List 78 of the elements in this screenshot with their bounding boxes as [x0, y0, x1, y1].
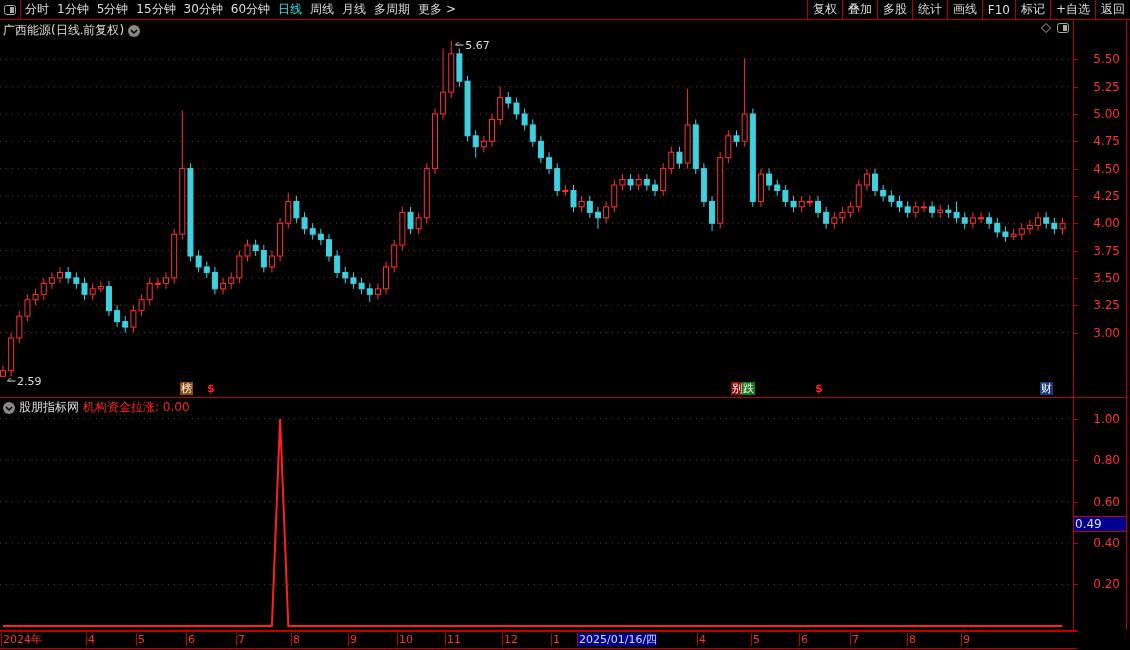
indicator-name: 机构资金拉涨: 0.00 — [83, 399, 190, 416]
date-label: 6 — [186, 633, 195, 646]
arrow-icon — [7, 377, 16, 385]
high-price-label: 5.67 — [465, 38, 490, 52]
date-label: 9 — [348, 633, 357, 646]
date-label: 4 — [697, 633, 706, 646]
date-label: 2024年 — [1, 633, 42, 646]
indicator-source: 股朋指标网 — [19, 399, 79, 416]
period-tab[interactable]: 多周期 — [370, 0, 415, 19]
period-tab[interactable]: 30分钟 — [179, 0, 227, 19]
candlestick — [163, 271, 169, 290]
period-tab[interactable]: 60分钟 — [226, 0, 275, 19]
date-label: 5 — [136, 633, 145, 646]
axis-label: 4.75 — [1093, 134, 1120, 149]
current-value-label: 0.49 — [1074, 516, 1126, 533]
axis-label: 3.25 — [1093, 298, 1120, 313]
panel-icon[interactable] — [1057, 23, 1069, 33]
toolbar-button[interactable]: +自选 — [1049, 0, 1095, 19]
chart-title: 广西能源(日线.前复权) — [3, 22, 125, 39]
candlestick — [489, 113, 495, 148]
axis-label: 0.20 — [1093, 577, 1120, 592]
period-tab[interactable]: 月线 — [338, 0, 371, 19]
axis-label: 3.50 — [1093, 270, 1120, 285]
arrow-icon — [455, 41, 465, 49]
date-label: 2025/01/16/四 — [577, 633, 658, 646]
axis-label: 5.25 — [1093, 79, 1120, 94]
period-tab[interactable]: 日线 — [274, 0, 307, 19]
period-tab[interactable]: 更多 > — [414, 0, 460, 19]
date-label: 10 — [397, 633, 413, 646]
date-label: 8 — [907, 633, 916, 646]
candlestick — [652, 179, 658, 197]
axis-label: 3.75 — [1093, 243, 1120, 258]
period-tab[interactable]: 5分钟 — [92, 0, 133, 19]
axis-label: 1.00 — [1093, 411, 1120, 426]
axis-label: 5.50 — [1093, 52, 1120, 67]
date-label: 4 — [86, 633, 95, 646]
period-tab[interactable]: 分时 — [21, 0, 53, 19]
dropdown-icon[interactable] — [128, 24, 141, 37]
date-label: 11 — [445, 633, 461, 646]
event-marker[interactable]: $ — [206, 382, 216, 395]
candlestick — [326, 233, 332, 262]
toolbar-button[interactable]: 标记 — [1014, 0, 1050, 19]
dropdown-icon[interactable] — [3, 401, 15, 414]
toolbar-button[interactable]: 画线 — [946, 0, 982, 19]
event-marker[interactable]: 财 — [1040, 382, 1053, 395]
low-price-label: 2.59 — [17, 374, 42, 388]
event-marker[interactable]: 榜 — [180, 382, 193, 395]
period-tab[interactable]: 1分钟 — [53, 0, 93, 19]
period-tab[interactable]: 15分钟 — [132, 0, 180, 19]
date-label: 1 — [551, 633, 560, 646]
axis-label: 3.00 — [1093, 325, 1120, 340]
axis-label: 4.25 — [1093, 188, 1120, 203]
panel-icon[interactable] — [4, 4, 16, 15]
date-label: 6 — [799, 633, 808, 646]
diamond-icon[interactable] — [1041, 23, 1051, 33]
toolbar-button[interactable]: F10 — [981, 0, 1015, 19]
toolbar-button[interactable]: 叠加 — [841, 0, 877, 19]
event-marker[interactable]: $ — [814, 382, 824, 395]
toolbar-button[interactable]: 复权 — [806, 0, 842, 19]
axis-label: 0.40 — [1093, 536, 1120, 550]
toolbar-button[interactable]: 多股 — [876, 0, 912, 19]
date-label: 9 — [961, 633, 970, 646]
period-tab[interactable]: 周线 — [306, 0, 339, 19]
candlestick — [978, 211, 984, 224]
toolbar-button[interactable]: 返回 — [1095, 0, 1130, 19]
axis-label: 0.80 — [1093, 453, 1120, 468]
date-label: 8 — [291, 633, 300, 646]
axis-label: 4.00 — [1093, 216, 1120, 231]
toolbar-button[interactable]: 统计 — [911, 0, 947, 19]
axis-label: 0.60 — [1093, 494, 1120, 509]
event-marker[interactable]: 跌 — [742, 382, 755, 395]
date-label: 7 — [850, 633, 859, 646]
axis-label: 5.00 — [1093, 106, 1120, 121]
date-label: 5 — [751, 633, 760, 646]
date-label: 12 — [502, 633, 518, 646]
axis-label: 4.50 — [1093, 161, 1120, 176]
date-label: 7 — [236, 633, 245, 646]
candlestick — [815, 195, 821, 219]
